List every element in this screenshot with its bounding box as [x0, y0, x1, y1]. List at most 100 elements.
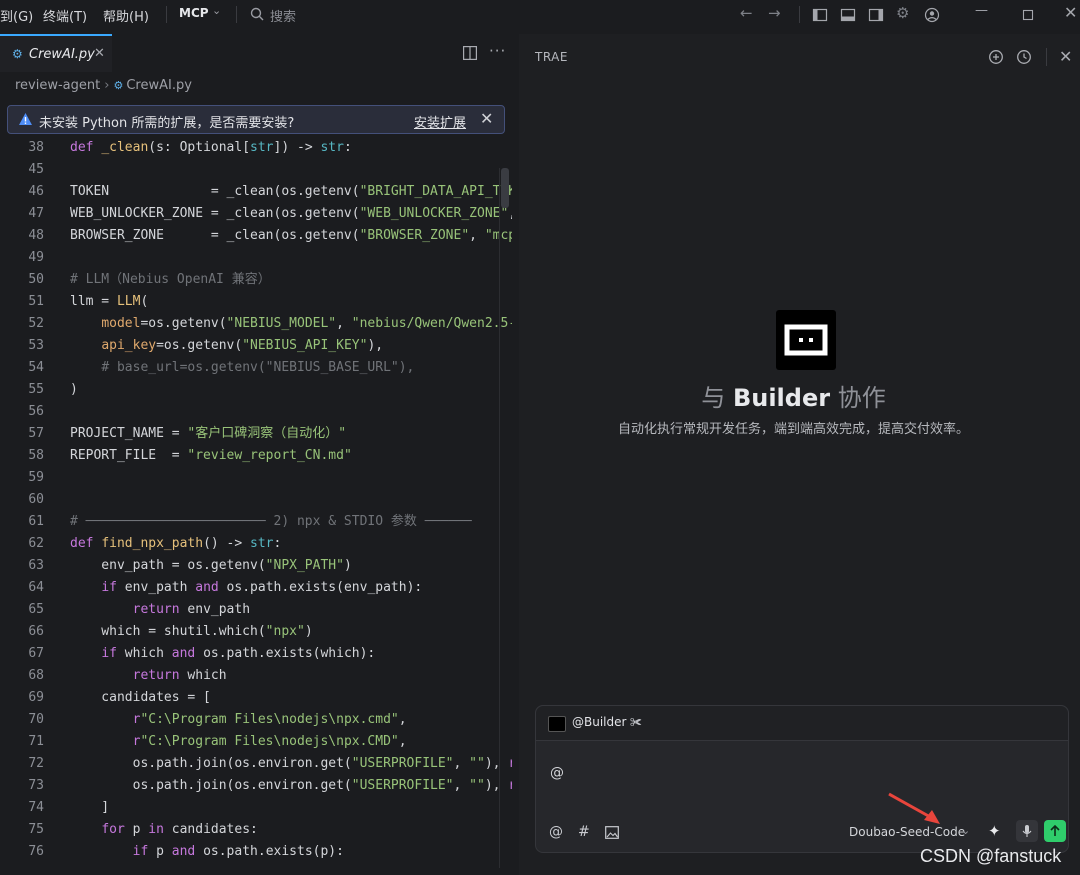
code-line[interactable]: 67 if which and os.path.exists(which): — [0, 643, 512, 665]
code-text: if p and os.path.exists(p): — [132, 844, 344, 859]
new-chat-icon[interactable] — [988, 49, 1004, 65]
code-line[interactable]: 72 os.path.join(os.environ.get("USERPROF… — [0, 753, 512, 775]
code-text: return which — [132, 668, 227, 683]
code-line[interactable]: 66 which = shutil.which("npx") — [0, 621, 512, 643]
close-icon[interactable]: ✕ — [1059, 47, 1072, 66]
account-icon[interactable] — [924, 7, 940, 23]
code-line[interactable]: 65 return env_path — [0, 599, 512, 621]
code-line[interactable]: 73 os.path.join(os.environ.get("USERPROF… — [0, 775, 512, 797]
window-close-icon[interactable]: ✕ — [1064, 3, 1080, 22]
code-line[interactable]: 49 — [0, 247, 512, 269]
line-number: 65 — [28, 602, 44, 617]
code-line[interactable]: 71 r"C:\Program Files\nodejs\npx.CMD", — [0, 731, 512, 753]
breadcrumb-file[interactable]: CrewAI.py — [126, 78, 192, 93]
code-line[interactable]: 63 env_path = os.getenv("NPX_PATH") — [0, 555, 512, 577]
install-extension-link[interactable]: 安装扩展 — [414, 112, 466, 131]
code-line[interactable]: 68 return which — [0, 665, 512, 687]
mcp-dropdown[interactable]: MCP — [179, 6, 209, 20]
code-line[interactable]: 48 BROWSER_ZONE = _clean(os.getenv("BROWS… — [0, 225, 512, 247]
code-line[interactable]: 53 api_key=os.getenv("NEBIUS_API_KEY"), — [0, 335, 512, 357]
code-line[interactable]: 62 def find_npx_path() -> str: — [0, 533, 512, 555]
code-text: if which and os.path.exists(which): — [101, 646, 376, 661]
chat-input[interactable] — [548, 752, 1052, 794]
line-number: 48 — [28, 228, 44, 243]
toggle-sidebar-left-icon[interactable] — [812, 7, 828, 23]
close-icon[interactable]: ✕ — [94, 46, 105, 61]
microphone-button[interactable] — [1016, 820, 1038, 842]
code-line[interactable]: 60 — [0, 489, 512, 511]
split-editor-icon[interactable] — [463, 46, 477, 60]
code-line[interactable]: 57 PROJECT_NAME = "客户口碑洞察（自动化）" — [0, 423, 512, 445]
code-line[interactable]: 54 # base_url=os.getenv("NEBIUS_BASE_URL… — [0, 357, 512, 379]
code-text: ) — [70, 382, 78, 397]
line-number: 54 — [28, 360, 44, 375]
code-line[interactable]: 76 if p and os.path.exists(p): — [0, 841, 512, 863]
watermark: CSDN @fanstuck — [920, 846, 1062, 866]
search-icon[interactable] — [250, 7, 264, 21]
line-number: 69 — [28, 690, 44, 705]
code-line[interactable]: 51 llm = LLM( — [0, 291, 512, 313]
minimize-icon[interactable]: — — [975, 3, 991, 19]
history-icon[interactable] — [1016, 49, 1032, 65]
code-line[interactable]: 50 # LLM（Nebius OpenAI 兼容） — [0, 269, 512, 291]
code-line[interactable]: 46 TOKEN = _clean(os.getenv("BRIGHT_DATA_… — [0, 181, 512, 203]
editor-tab-bar: ⚙ CrewAI.py ✕ ··· — [0, 34, 512, 72]
code-editor[interactable]: 38 def _clean(s: Optional[str]) -> str: 45… — [0, 136, 512, 875]
line-number: 76 — [28, 844, 44, 859]
code-line[interactable]: 59 — [0, 467, 512, 489]
chevron-down-icon[interactable]: ⌄ — [961, 824, 970, 837]
toggle-sidebar-right-icon[interactable] — [868, 7, 884, 23]
code-line[interactable]: 61 # ─────────────────────── 2) npx & STD… — [0, 511, 512, 533]
close-icon[interactable]: ✕ — [480, 109, 493, 128]
code-line[interactable]: 56 — [0, 401, 512, 423]
scrollbar-thumb[interactable] — [501, 168, 509, 208]
arrow-right-icon[interactable]: → — [768, 4, 784, 22]
code-line[interactable]: 74 ] — [0, 797, 512, 819]
code-text: api_key=os.getenv("NEBIUS_API_KEY"), — [101, 338, 384, 353]
line-number: 51 — [28, 294, 44, 309]
code-text: env_path = os.getenv("NPX_PATH") — [70, 558, 352, 573]
arrow-left-icon[interactable]: ← — [740, 4, 756, 22]
code-line[interactable]: 38 def _clean(s: Optional[str]) -> str: — [0, 137, 512, 159]
code-line[interactable]: 45 — [0, 159, 512, 181]
chevron-down-icon[interactable]: ⌄ — [212, 4, 221, 17]
line-number: 58 — [28, 448, 44, 463]
mention-icon[interactable]: @ — [549, 824, 563, 840]
maximize-icon[interactable] — [1020, 7, 1036, 23]
line-number: 75 — [28, 822, 44, 837]
line-number: 64 — [28, 580, 44, 595]
hash-icon[interactable]: # — [578, 824, 590, 840]
tab-crewai-py[interactable]: ⚙ CrewAI.py ✕ — [0, 34, 112, 72]
menu-goto[interactable]: 到(G) — [0, 6, 33, 25]
tools-icon[interactable]: ✀ — [630, 715, 642, 730]
line-number: 57 — [28, 426, 44, 441]
code-line[interactable]: 75 for p in candidates: — [0, 819, 512, 841]
line-number: 59 — [28, 470, 44, 485]
line-number: 60 — [28, 492, 44, 507]
code-line[interactable]: 55) — [0, 379, 512, 401]
code-line[interactable]: 69 candidates = [ — [0, 687, 512, 709]
menu-help[interactable]: 帮助(H) — [103, 6, 149, 25]
chevron-right-icon: › — [104, 78, 110, 93]
code-text: # ─────────────────────── 2) npx & STDIO… — [70, 514, 472, 529]
line-number: 74 — [28, 800, 44, 815]
search-input[interactable]: 搜索 — [270, 6, 296, 25]
code-line[interactable]: 47 WEB_UNLOCKER_ZONE = _clean(os.getenv("… — [0, 203, 512, 225]
gear-icon[interactable]: ⚙ — [896, 4, 912, 22]
toggle-panel-bottom-icon[interactable] — [840, 7, 856, 23]
sparkle-icon[interactable]: ✦ — [988, 822, 1001, 840]
code-text: def _clean(s: Optional[str]) -> str: — [70, 140, 352, 155]
python-file-icon: ⚙ — [12, 47, 23, 61]
breadcrumb: review-agent › ⚙ CrewAI.py — [15, 78, 192, 93]
image-icon[interactable] — [605, 826, 619, 839]
code-line[interactable]: 58 REPORT_FILE = "review_report_CN.md" — [0, 445, 512, 467]
code-line[interactable]: 52 model=os.getenv("NEBIUS_MODEL", "nebi… — [0, 313, 512, 335]
more-actions-icon[interactable]: ··· — [489, 42, 506, 60]
divider — [166, 6, 167, 23]
code-line[interactable]: 64 if env_path and os.path.exists(env_pa… — [0, 577, 512, 599]
agent-selector[interactable]: @Builder ✀ — [536, 706, 1068, 741]
menu-terminal[interactable]: 终端(T) — [43, 6, 87, 25]
breadcrumb-folder[interactable]: review-agent — [15, 78, 100, 93]
code-line[interactable]: 70 r"C:\Program Files\nodejs\npx.cmd", — [0, 709, 512, 731]
send-button[interactable] — [1044, 820, 1066, 842]
